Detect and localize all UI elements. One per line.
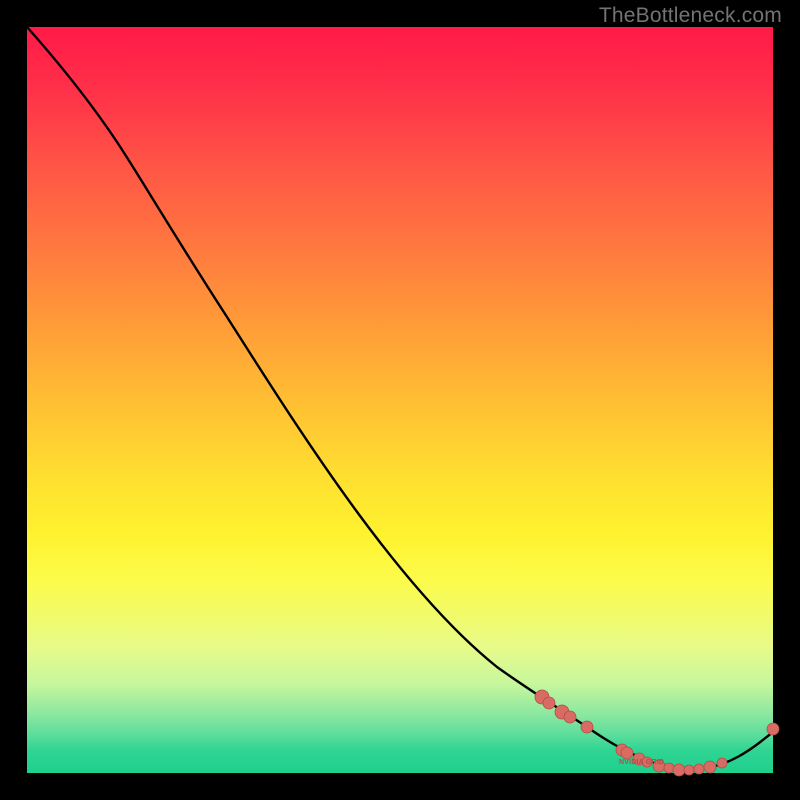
bottleneck-curve xyxy=(27,27,773,769)
data-point xyxy=(581,721,593,733)
data-point xyxy=(717,758,727,768)
data-point xyxy=(664,763,674,773)
data-point xyxy=(673,764,685,776)
data-point xyxy=(694,764,704,774)
plot-area: NVIDIA GRID xyxy=(27,27,773,773)
data-point xyxy=(621,747,633,759)
series-label: NVIDIA GRID xyxy=(619,759,664,766)
data-point xyxy=(767,723,779,735)
data-point xyxy=(704,761,716,773)
data-point xyxy=(564,711,576,723)
chart-container: TheBottleneck.com xyxy=(0,0,800,800)
data-point xyxy=(684,765,694,775)
chart-svg xyxy=(27,27,773,773)
watermark-text: TheBottleneck.com xyxy=(599,4,782,28)
data-point xyxy=(543,697,555,709)
